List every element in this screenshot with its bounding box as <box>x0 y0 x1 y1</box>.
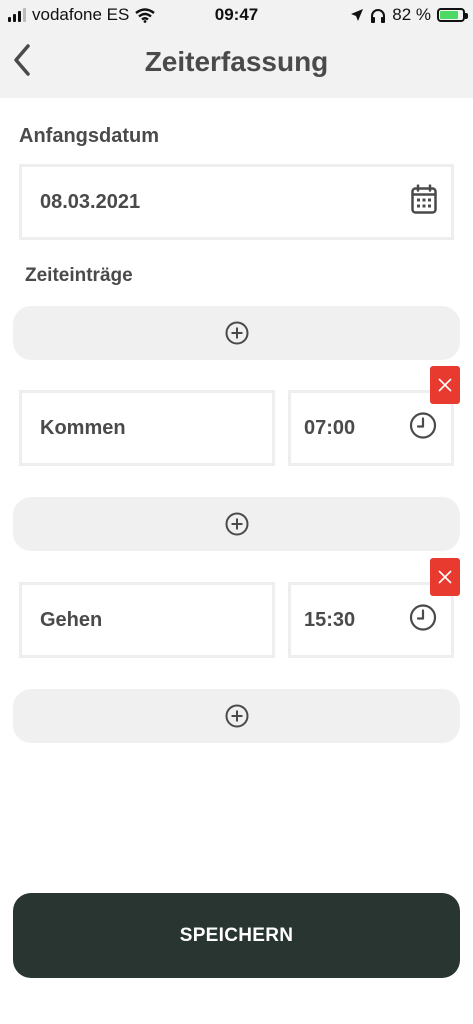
status-bar: vodafone ES 09:47 82 % <box>0 0 473 32</box>
plus-circle-icon <box>225 321 248 345</box>
start-date-label: Anfangsdatum <box>19 125 159 147</box>
add-entry-button[interactable] <box>13 497 460 551</box>
entry-type-field[interactable]: Kommen <box>19 390 275 466</box>
entries-label: Zeiteinträge <box>25 265 133 286</box>
entry-time-value: 15:30 <box>304 608 356 631</box>
clock-icon <box>409 604 437 631</box>
start-date-value: 08.03.2021 <box>40 190 141 213</box>
save-button[interactable]: SPEICHERN <box>13 893 460 978</box>
close-icon <box>438 570 452 584</box>
status-right: 82 % <box>350 5 468 25</box>
location-arrow-icon <box>351 9 364 21</box>
start-date-field[interactable]: 08.03.2021 <box>19 164 454 240</box>
close-icon <box>438 378 452 392</box>
battery-icon <box>437 8 468 22</box>
plus-circle-icon <box>225 512 248 536</box>
plus-circle-icon <box>225 704 248 728</box>
calendar-button[interactable] <box>411 184 437 220</box>
clock-button[interactable] <box>409 604 437 637</box>
remove-entry-button[interactable] <box>430 366 460 404</box>
battery-percent: 82 % <box>392 5 431 24</box>
clock-icon <box>409 412 437 439</box>
headphones-icon <box>371 8 386 23</box>
add-entry-button[interactable] <box>13 689 460 743</box>
entry-type-field[interactable]: Gehen <box>19 582 275 658</box>
remove-entry-button[interactable] <box>430 558 460 596</box>
battery-fill <box>440 11 458 19</box>
clock-button[interactable] <box>409 412 437 445</box>
add-entry-button[interactable] <box>13 306 460 360</box>
entry-type-value: Gehen <box>40 608 103 631</box>
entry-type-value: Kommen <box>40 416 126 439</box>
page-title: Zeiterfassung <box>144 46 329 77</box>
entry-time-value: 07:00 <box>304 416 356 439</box>
calendar-icon <box>411 184 437 214</box>
